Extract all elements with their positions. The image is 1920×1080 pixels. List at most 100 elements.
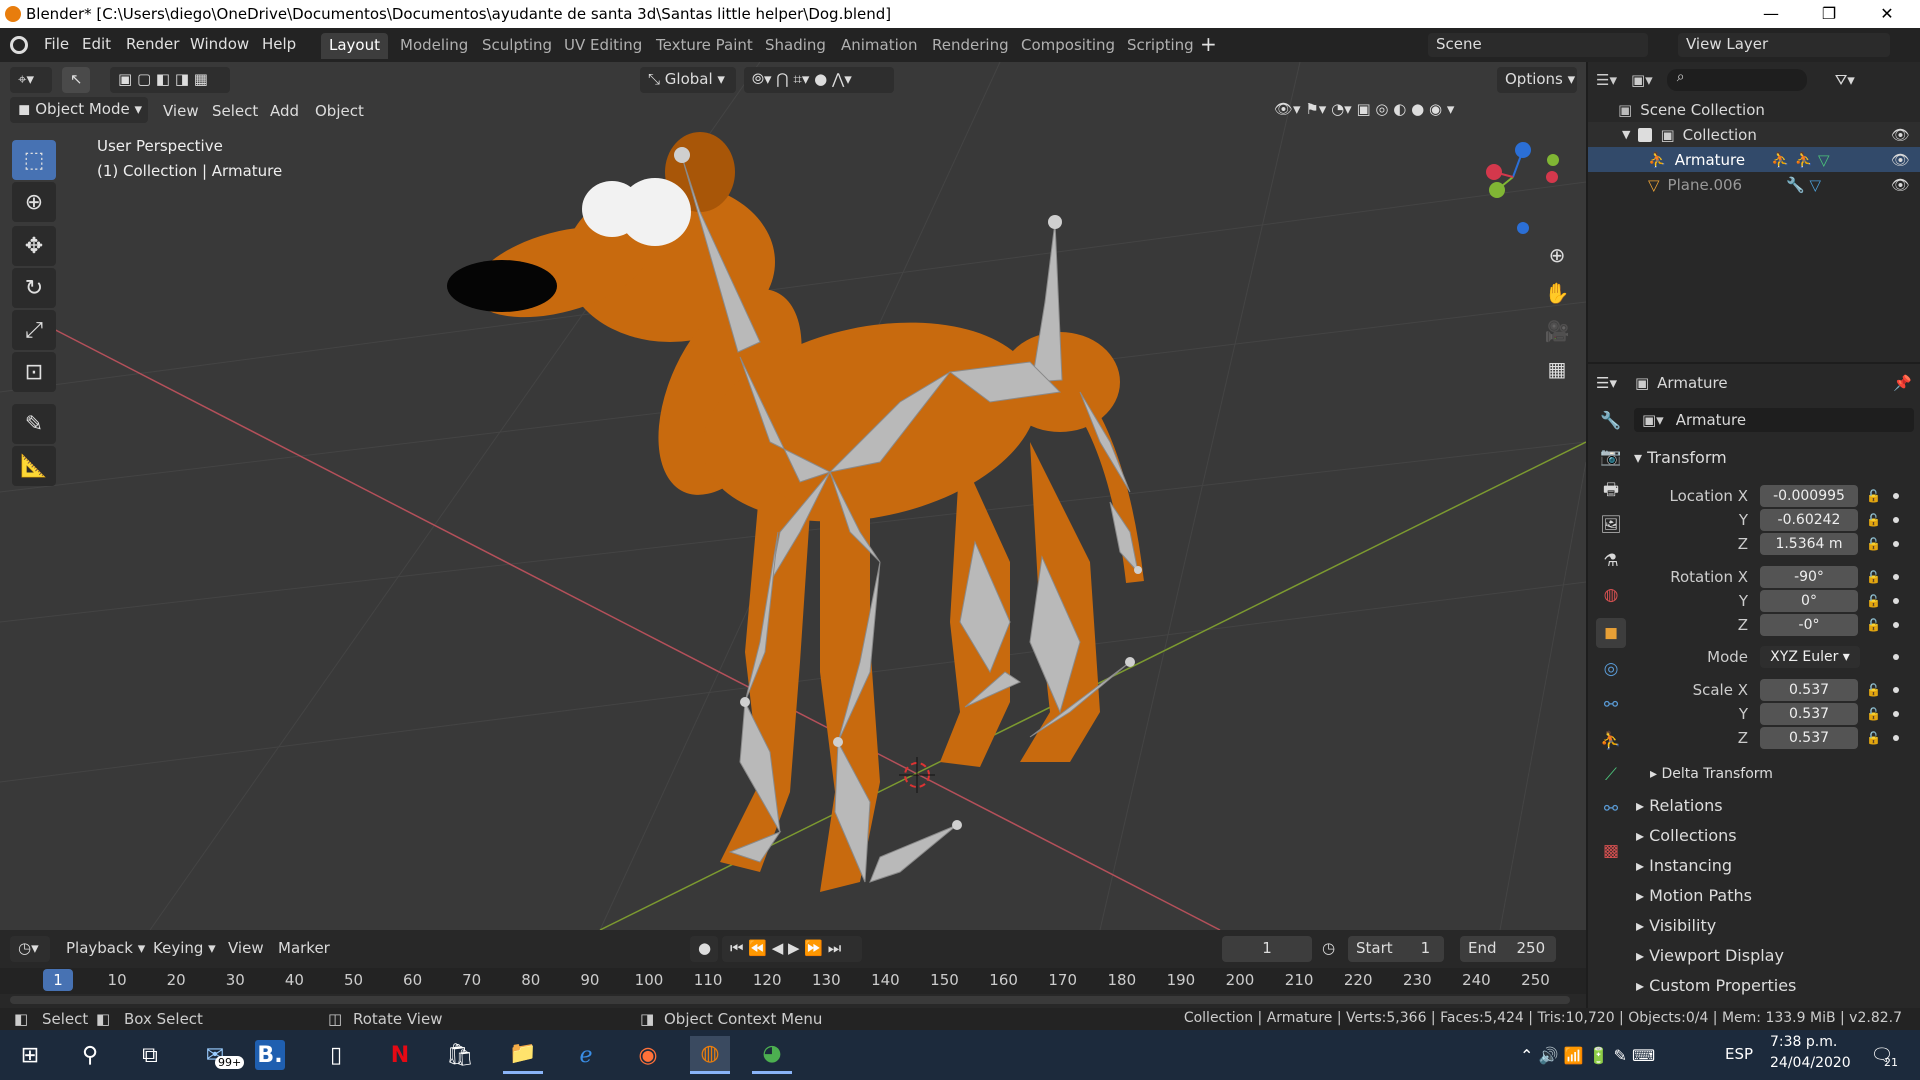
keyframe-dot[interactable]: [1893, 573, 1899, 580]
pan-hand-icon[interactable]: ✋: [1540, 276, 1574, 310]
instancing-section[interactable]: ▸ Instancing: [1636, 856, 1732, 875]
firefox-icon[interactable]: ◉: [628, 1036, 668, 1074]
cursor-tool-icon[interactable]: ⊕: [12, 182, 56, 222]
playback-controls-icons[interactable]: ⏮ ⏪ ◀ ▶ ⏩ ⏭: [722, 936, 862, 962]
rotation-z-field[interactable]: -0°: [1760, 613, 1858, 636]
lock-icon[interactable]: 🔓: [1866, 513, 1881, 527]
chrome-icon[interactable]: ◕: [752, 1036, 792, 1074]
lock-icon[interactable]: 🔓: [1866, 489, 1881, 503]
delta-transform-header[interactable]: ▸ Delta Transform: [1650, 766, 1773, 782]
edge-icon[interactable]: ℯ: [566, 1036, 606, 1074]
camera-view-icon[interactable]: 🎥: [1540, 314, 1574, 348]
timeline-menu-playback[interactable]: Playback ▾: [66, 939, 145, 957]
rotation-x-field[interactable]: -90°: [1760, 565, 1858, 588]
scale-y-field[interactable]: 0.537: [1760, 702, 1858, 725]
bone-tab-icon[interactable]: ⟋: [1596, 760, 1626, 790]
keyframe-dot[interactable]: [1893, 540, 1899, 547]
visibility-section[interactable]: ▸ Visibility: [1636, 916, 1716, 935]
lock-icon[interactable]: 🔓: [1866, 594, 1881, 608]
blender-menu-icon[interactable]: [10, 36, 28, 54]
collections-section[interactable]: ▸ Collections: [1636, 826, 1737, 845]
outliner-editor-icon[interactable]: ☰▾: [1596, 71, 1617, 89]
visibility-eye-icon[interactable]: 👁: [1891, 126, 1910, 144]
transform-tool-icon[interactable]: ⊡: [12, 352, 56, 392]
mode-select[interactable]: ◼ Object Mode ▾: [10, 97, 148, 123]
render-tab-icon[interactable]: 📷: [1596, 442, 1626, 472]
measure-tool-icon[interactable]: 📐: [12, 446, 56, 486]
texture-tab-icon[interactable]: ▩: [1596, 836, 1626, 866]
netflix-icon[interactable]: N: [380, 1036, 420, 1074]
timeline-menu-keying[interactable]: Keying ▾: [153, 939, 216, 957]
tab-animation[interactable]: Animation: [833, 33, 925, 59]
lock-icon[interactable]: 🔓: [1866, 570, 1881, 584]
3d-viewport[interactable]: ⌖▾ ↖ ▣ ▢ ◧ ◨ ▦ ⤡ Global ▾ ⦾▾ ⋂ ⌗▾ ● ⋀▾ O…: [0, 62, 1586, 930]
menu-window[interactable]: Window: [190, 35, 249, 53]
lock-icon[interactable]: 🔓: [1866, 707, 1881, 721]
task-view-icon[interactable]: ⧉: [130, 1036, 170, 1074]
record-icon[interactable]: ●: [690, 936, 718, 962]
ortho-grid-icon[interactable]: ▦: [1540, 352, 1574, 386]
viewport-menu-add[interactable]: Add: [270, 102, 299, 120]
transform-orientation-select[interactable]: ⤡ Global ▾: [640, 67, 736, 93]
tab-sculpting[interactable]: Sculpting: [474, 33, 560, 59]
options-button[interactable]: Options ▾: [1497, 67, 1577, 93]
location-y-field[interactable]: -0.60242: [1760, 508, 1858, 531]
input-language[interactable]: ESP: [1725, 1045, 1753, 1063]
custom-properties-section[interactable]: ▸ Custom Properties: [1636, 976, 1796, 995]
visibility-eye-icon[interactable]: 👁: [1891, 176, 1910, 194]
file-explorer-icon[interactable]: 📁: [503, 1036, 543, 1074]
tab-shading[interactable]: Shading: [757, 33, 834, 59]
motion-paths-section[interactable]: ▸ Motion Paths: [1636, 886, 1752, 905]
mail-icon[interactable]: ✉ 99+: [195, 1036, 245, 1074]
keyframe-dot[interactable]: [1893, 597, 1899, 604]
maximize-button[interactable]: ❐: [1806, 2, 1852, 26]
timeline-editor-icon[interactable]: ◷▾: [10, 936, 50, 962]
search-icon[interactable]: ⚲: [70, 1036, 110, 1074]
menu-edit[interactable]: Edit: [82, 35, 111, 53]
rotation-mode-select[interactable]: XYZ Euler ▾: [1760, 645, 1860, 668]
start-frame-field[interactable]: Start 1: [1348, 936, 1444, 962]
tab-scripting[interactable]: Scripting: [1119, 33, 1202, 59]
view-layer-selector[interactable]: View Layer: [1678, 33, 1890, 57]
select-box-tool-icon[interactable]: ⬚: [12, 140, 56, 180]
snap-pivot-icons[interactable]: ⦾▾ ⋂ ⌗▾ ● ⋀▾: [744, 67, 894, 93]
timeline-scrollbar[interactable]: [10, 996, 1570, 1004]
tab-uv-editing[interactable]: UV Editing: [556, 33, 650, 59]
transform-section-header[interactable]: ▾ Transform: [1634, 448, 1727, 467]
keyframe-dot[interactable]: [1893, 492, 1899, 499]
windows-start-icon[interactable]: ⊞: [10, 1036, 50, 1074]
blender-taskbar-icon[interactable]: ◍: [690, 1036, 730, 1074]
viewport-menu-view[interactable]: View: [163, 102, 199, 120]
lock-icon[interactable]: 🔓: [1866, 731, 1881, 745]
timeline-menu-marker[interactable]: Marker: [278, 939, 330, 957]
scale-tool-icon[interactable]: ⤢: [12, 310, 56, 350]
tool-tab-icon[interactable]: 🔧: [1596, 406, 1626, 436]
scale-z-field[interactable]: 0.537: [1760, 726, 1858, 749]
add-workspace-icon[interactable]: +: [1200, 32, 1217, 56]
keyframe-dot[interactable]: [1893, 621, 1899, 628]
viewport-display-section[interactable]: ▸ Viewport Display: [1636, 946, 1784, 965]
document-icon[interactable]: ▯: [316, 1036, 356, 1074]
tab-layout[interactable]: Layout: [321, 33, 388, 59]
lock-icon[interactable]: 🔓: [1866, 618, 1881, 632]
outliner-search-input[interactable]: ⌕: [1666, 69, 1807, 91]
bone-constraints-tab-icon[interactable]: ⚯: [1596, 794, 1626, 824]
rotation-y-field[interactable]: 0°: [1760, 589, 1858, 612]
end-frame-field[interactable]: End 250: [1460, 936, 1556, 962]
properties-editor-icon[interactable]: ☰▾: [1596, 374, 1617, 392]
navigation-gizmo[interactable]: [1486, 142, 1559, 234]
keyframe-dot[interactable]: [1893, 516, 1899, 523]
collection-row[interactable]: ▼ ▣ Collection 👁: [1588, 122, 1920, 147]
selection-mode-icons[interactable]: ▣ ▢ ◧ ◨ ▦: [110, 67, 230, 93]
scale-x-field[interactable]: 0.537: [1760, 678, 1858, 701]
rotate-tool-icon[interactable]: ↻: [12, 268, 56, 308]
keyframe-dot[interactable]: [1893, 686, 1899, 693]
viewport-menu-object[interactable]: Object: [315, 102, 364, 120]
select-tool-icon[interactable]: ↖: [62, 67, 90, 93]
collection-checkbox[interactable]: [1638, 127, 1653, 142]
notifications-icon[interactable]: 🗨 21: [1862, 1036, 1902, 1074]
minimize-button[interactable]: —: [1748, 2, 1794, 26]
scene-collection-row[interactable]: ▣ Scene Collection: [1588, 97, 1920, 122]
tab-modeling[interactable]: Modeling: [392, 33, 476, 59]
pin-icon[interactable]: 📌: [1893, 374, 1912, 392]
